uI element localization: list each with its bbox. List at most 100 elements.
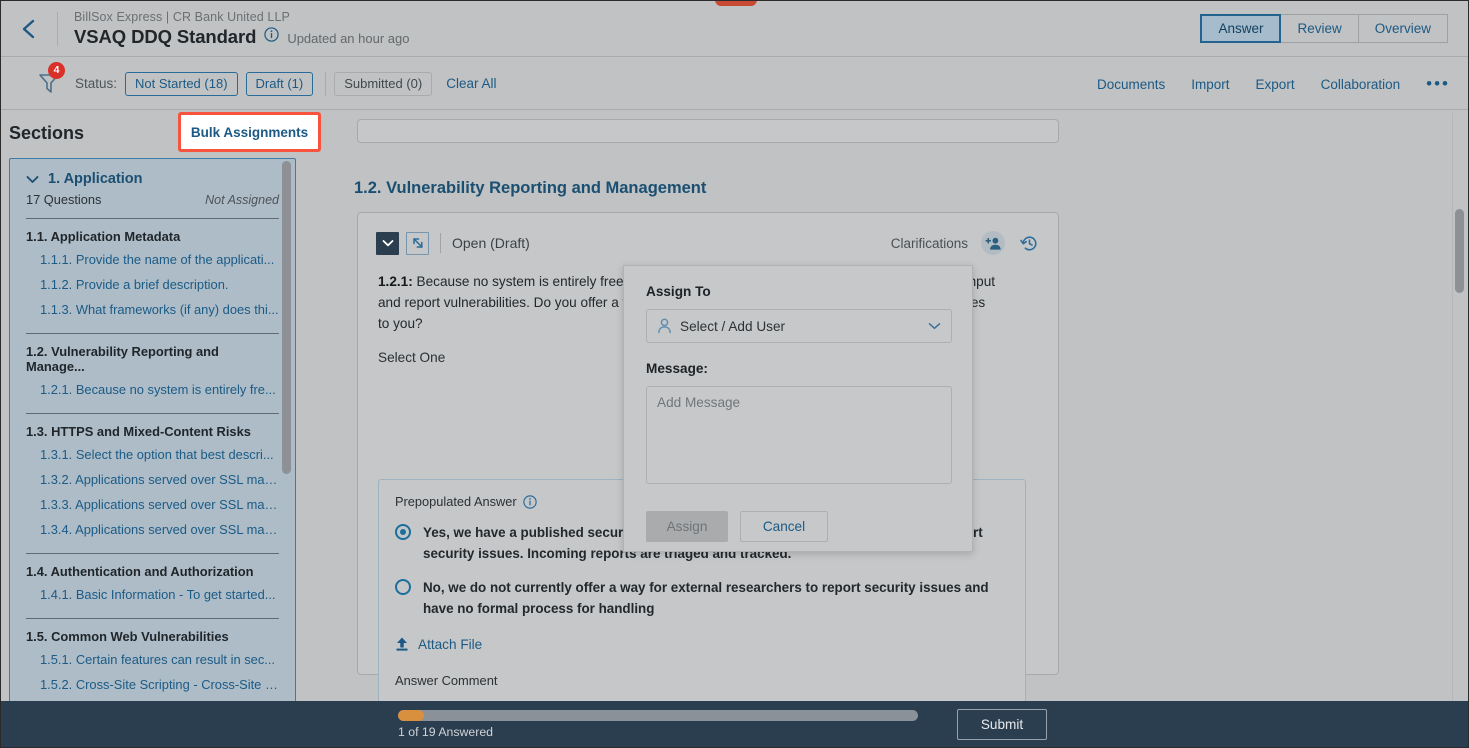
chevron-down-icon [928,317,941,335]
prepopulated-answer-label: Prepopulated Answer [395,494,517,509]
view-mode-tabs: Answer Review Overview [1200,14,1448,43]
sidebar-group-title: 1.1. Application Metadata [26,229,279,244]
assign-user-value: Select / Add User [680,319,785,334]
app-header: BillSox Express | CR Bank United LLP VSA… [1,1,1469,57]
question-number: 1.2.1: [378,274,413,289]
top-notch-indicator [715,0,757,6]
expand-question-button[interactable] [406,232,429,255]
divider [26,413,279,414]
filter-button[interactable]: 4 [37,69,65,99]
section-name: 1. Application [48,171,143,187]
filter-count-badge: 4 [48,62,65,79]
sidebar-group-title: 1.3. HTTPS and Mixed-Content Risks [26,424,279,439]
filter-chip-draft[interactable]: Draft (1) [246,72,314,96]
sidebar-group-title: 1.4. Authentication and Authorization [26,564,279,579]
sidebar-item-question[interactable]: 1.3.1. Select the option that best descr… [26,442,279,467]
breadcrumb: BillSox Express | CR Bank United LLP [74,9,409,25]
chevron-left-icon [20,18,38,40]
sidebar-item-question[interactable]: 1.1.2. Provide a brief description. [26,272,279,297]
page-scrollbar[interactable] [1452,113,1465,703]
clear-all-button[interactable]: Clear All [446,76,496,91]
tab-answer[interactable]: Answer [1200,14,1281,43]
chevron-down-icon [382,239,394,247]
info-circle-icon[interactable] [523,495,537,509]
tab-review[interactable]: Review [1281,14,1358,43]
sidebar-group-title: 1.2. Vulnerability Reporting and Manage.… [26,344,279,374]
radio-option-yes[interactable] [395,524,411,540]
sidebar-item-question[interactable]: 1.3.2. Applications served over SSL may.… [26,467,279,492]
app-window: BillSox Express | CR Bank United LLP VSA… [0,0,1469,748]
collapse-question-button[interactable] [376,232,399,255]
filter-chip-submitted[interactable]: Submitted (0) [334,72,432,96]
sidebar-item-question[interactable]: 1.5.2. Cross-Site Scripting - Cross-Site… [26,672,279,697]
toolbar-divider [325,72,326,96]
updated-timestamp: Updated an hour ago [287,31,409,46]
attach-file-label: Attach File [418,637,482,652]
sidebar-group-title: 1.5. Common Web Vulnerabilities [26,629,279,644]
status-label: Status: [75,76,117,91]
assign-button[interactable]: Assign [646,511,728,542]
back-button[interactable] [1,1,57,57]
sidebar-section-header[interactable]: 1. Application [26,171,279,187]
sidebar-item-question[interactable]: 1.3.3. Applications served over SSL may.… [26,492,279,517]
sidebar-content: 1. Application 17 Questions Not Assigned… [10,159,295,703]
popover-actions: Assign Cancel [646,511,950,542]
page-title: VSAQ DDQ Standard [74,26,256,48]
assign-popover: Assign To Select / Add User Message: Ass… [623,265,973,552]
sidebar-item-question[interactable]: 1.4.1. Basic Information - To get starte… [26,582,279,607]
clarifications-label[interactable]: Clarifications [891,236,968,251]
import-link[interactable]: Import [1191,77,1229,92]
tab-overview[interactable]: Overview [1359,14,1448,43]
progress-caption: 1 of 19 Answered [398,725,918,739]
divider [26,553,279,554]
footer-bar: 1 of 19 Answered Submit [1,701,1469,747]
info-circle-icon[interactable] [264,27,279,47]
previous-question-card-stub [357,119,1059,143]
page-scrollbar-thumb[interactable] [1455,209,1464,293]
assign-user-button[interactable] [981,231,1005,255]
sections-sidebar: 1. Application 17 Questions Not Assigned… [9,158,296,703]
divider [26,618,279,619]
option-label: No, we do not currently offer a way for … [423,577,1009,619]
sidebar-item-question[interactable]: 1.2.1. Because no system is entirely fre… [26,377,279,402]
documents-link[interactable]: Documents [1097,77,1165,92]
upload-icon [395,636,409,652]
history-button[interactable] [1018,232,1040,254]
sidebar-scrollbar-thumb[interactable] [282,161,291,474]
progress-bar [398,710,918,721]
question-header-actions: Clarifications [891,231,1040,255]
sidebar-scrollbar[interactable] [282,161,291,702]
assign-user-select[interactable]: Select / Add User [646,309,952,343]
sidebar-item-question[interactable]: 1.1.1. Provide the name of the applicati… [26,247,279,272]
message-input[interactable] [646,386,952,484]
answer-option[interactable]: No, we do not currently offer a way for … [395,577,1009,619]
radio-option-no[interactable] [395,579,411,595]
chevron-down-icon [26,175,39,184]
sidebar-item-question[interactable]: 1.5.1. Certain features can result in se… [26,647,279,672]
section-question-count: 17 Questions [26,192,101,207]
filter-chip-not-started[interactable]: Not Started (18) [125,72,238,96]
question-card-header: Open (Draft) Clarifications [358,223,1058,263]
sidebar-item-question[interactable]: 1.3.4. Applications served over SSL may.… [26,517,279,542]
expand-diagonal-icon [411,236,425,250]
bulk-assignments-button[interactable]: Bulk Assignments [178,112,321,152]
title-block: BillSox Express | CR Bank United LLP VSA… [58,9,409,48]
collaboration-link[interactable]: Collaboration [1321,77,1401,92]
progress-area: 1 of 19 Answered [398,710,918,739]
progress-fill [398,710,424,721]
person-icon [657,318,672,334]
sidebar-item-question[interactable]: 1.1.3. What frameworks (if any) does thi… [26,297,279,322]
section-assignment-status: Not Assigned [205,193,279,207]
bulk-assignments-label: Bulk Assignments [191,125,308,140]
attach-file-button[interactable]: Attach File [395,636,1009,652]
cancel-button[interactable]: Cancel [740,511,828,542]
toolbar-actions: Documents Import Export Collaboration ••… [1097,58,1450,110]
add-person-icon [985,236,1002,251]
divider [26,333,279,334]
submit-button[interactable]: Submit [957,709,1047,740]
message-label: Message: [646,361,950,376]
answer-comment-label: Answer Comment [395,673,1009,688]
section-heading: 1.2. Vulnerability Reporting and Managem… [354,179,706,198]
export-link[interactable]: Export [1256,77,1295,92]
ellipsis-icon[interactable]: ••• [1426,80,1450,88]
